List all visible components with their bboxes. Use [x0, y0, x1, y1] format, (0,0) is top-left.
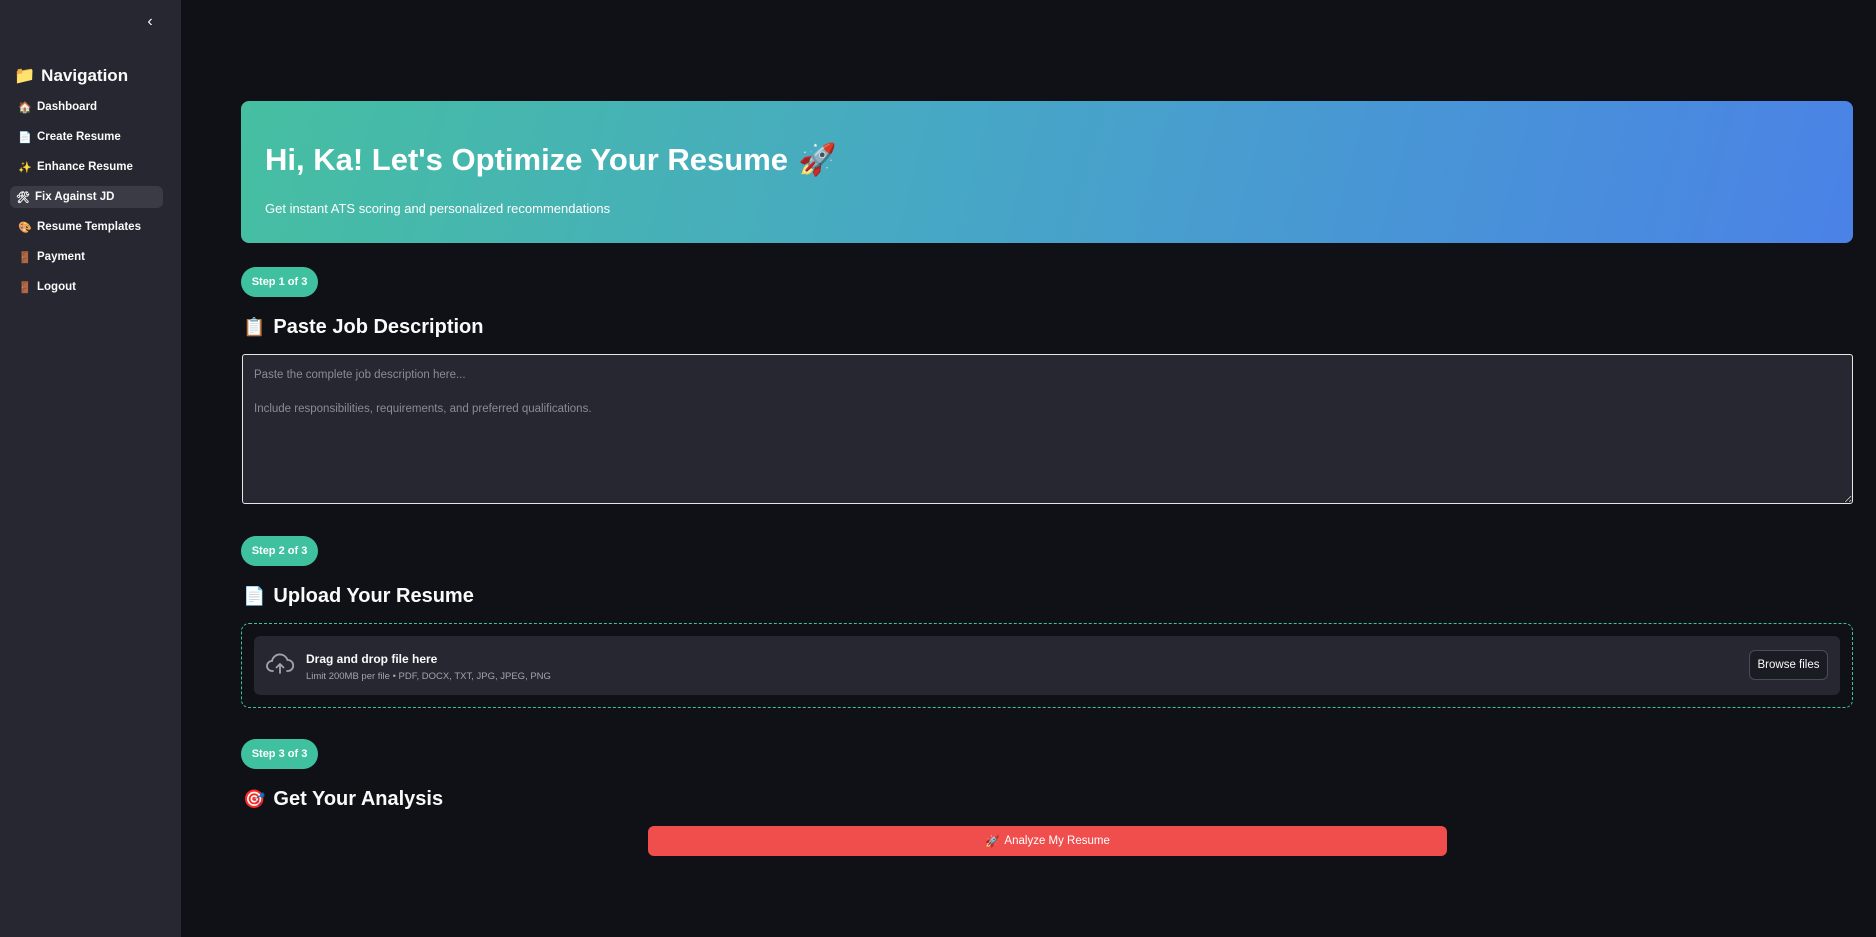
browse-files-button[interactable]: Browse files: [1749, 650, 1828, 680]
page-title: Hi, Ka! Let's Optimize Your Resume 🚀: [265, 141, 837, 178]
step-2-title-text: Upload Your Resume: [273, 585, 474, 607]
analyze-resume-button[interactable]: 🚀 Analyze My Resume: [648, 826, 1447, 856]
step-1-title: 📋 Paste Job Description: [243, 316, 483, 339]
sidebar-item-label: Create Resume: [37, 131, 121, 143]
rocket-icon: 🚀: [798, 142, 837, 177]
dropzone-title: Drag and drop file here: [306, 652, 438, 666]
step-2-title: 📄 Upload Your Resume: [243, 585, 474, 608]
nav-title: 📁 Navigation: [14, 66, 128, 86]
rocket-icon: 🚀: [985, 836, 1000, 848]
sparkles-icon: ✨: [18, 161, 32, 174]
cloud-upload-icon: [266, 653, 294, 674]
sidebar-item-dashboard[interactable]: 🏠 Dashboard: [10, 96, 163, 118]
document-icon: 📄: [243, 586, 266, 606]
palette-icon: 🎨: [18, 221, 32, 234]
sidebar-item-label: Fix Against JD: [35, 191, 115, 203]
chevron-left-icon[interactable]: ‹: [140, 12, 160, 32]
step-3-title: 🎯 Get Your Analysis: [243, 788, 443, 811]
file-dropzone-inner[interactable]: Drag and drop file here Limit 200MB per …: [254, 636, 1840, 695]
job-description-input[interactable]: [242, 354, 1853, 504]
sidebar: ‹ 📁 Navigation 🏠 Dashboard 📄 Create Resu…: [0, 0, 181, 937]
step-1-badge: Step 1 of 3: [241, 267, 318, 297]
clipboard-icon: 📋: [243, 317, 266, 337]
nav-list: 🏠 Dashboard 📄 Create Resume ✨ Enhance Re…: [10, 96, 163, 306]
tools-icon: 🛠: [16, 191, 30, 204]
sidebar-item-fix-against-jd[interactable]: 🛠 Fix Against JD: [10, 186, 163, 208]
sidebar-item-create-resume[interactable]: 📄 Create Resume: [10, 126, 163, 148]
step-3-badge: Step 3 of 3: [241, 739, 318, 769]
document-icon: 📄: [18, 131, 32, 144]
step-3-title-text: Get Your Analysis: [273, 788, 444, 810]
door-icon: 🚪: [18, 281, 32, 294]
step-1-title-text: Paste Job Description: [273, 316, 484, 338]
folder-icon: 📁: [14, 66, 36, 85]
hero-banner: Hi, Ka! Let's Optimize Your Resume 🚀 Get…: [241, 101, 1853, 243]
sidebar-item-logout[interactable]: 🚪 Logout: [10, 276, 163, 298]
sidebar-item-label: Logout: [37, 281, 76, 293]
hero-subtitle: Get instant ATS scoring and personalized…: [265, 201, 611, 216]
step-2-badge: Step 2 of 3: [241, 536, 318, 566]
sidebar-item-label: Resume Templates: [37, 221, 141, 233]
hero-title-text: Hi, Ka! Let's Optimize Your Resume: [265, 141, 789, 177]
target-icon: 🎯: [243, 789, 266, 809]
analyze-button-label: Analyze My Resume: [1004, 835, 1110, 847]
sidebar-item-enhance-resume[interactable]: ✨ Enhance Resume: [10, 156, 163, 178]
sidebar-item-resume-templates[interactable]: 🎨 Resume Templates: [10, 216, 163, 238]
sidebar-item-label: Dashboard: [37, 101, 98, 113]
sidebar-item-payment[interactable]: 🚪 Payment: [10, 246, 163, 268]
dropzone-limit: Limit 200MB per file • PDF, DOCX, TXT, J…: [306, 671, 551, 682]
door-icon: 🚪: [18, 251, 32, 264]
sidebar-item-label: Payment: [37, 251, 85, 263]
nav-title-text: Navigation: [41, 66, 129, 85]
sidebar-item-label: Enhance Resume: [37, 161, 133, 173]
file-dropzone[interactable]: Drag and drop file here Limit 200MB per …: [241, 623, 1853, 708]
house-icon: 🏠: [18, 101, 32, 114]
